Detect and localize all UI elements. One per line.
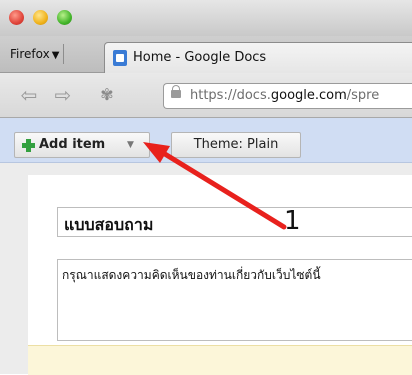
- back-arrow-icon[interactable]: ⇦: [16, 83, 42, 107]
- form-editor-toolbar: Add item ▼ Theme: Plain: [0, 118, 412, 163]
- add-item-button[interactable]: Add item ▼: [14, 132, 150, 158]
- theme-button[interactable]: Theme: Plain: [171, 132, 301, 158]
- google-docs-icon: [113, 50, 127, 66]
- form-description-field[interactable]: กรุณาแสดงความคิดเห็นของท่านเกี่ยวกับเว็บ…: [57, 259, 412, 341]
- navigation-bar: ⇦ ⇨ ✾ https://docs.google.com/spre: [0, 73, 412, 118]
- form-title-field[interactable]: แบบสอบถาม: [57, 207, 412, 237]
- dropdown-caret-icon: ▼: [127, 140, 134, 150]
- url-text: https://docs.google.com/spre: [190, 88, 380, 103]
- extension-icon[interactable]: ✾: [94, 83, 120, 107]
- minimize-window-button[interactable]: [33, 10, 48, 25]
- close-window-button[interactable]: [9, 10, 24, 25]
- firefox-menu-arrow-icon: ▼: [51, 50, 60, 61]
- window-titlebar: [0, 0, 412, 36]
- firefox-menu-button[interactable]: Firefox ▼: [6, 44, 65, 64]
- form-footer-strip: [28, 345, 412, 375]
- firefox-menu-label: Firefox: [10, 47, 50, 61]
- annotation-number: 1: [284, 206, 301, 236]
- lock-icon: [171, 85, 181, 98]
- forward-arrow-icon[interactable]: ⇨: [50, 83, 76, 107]
- zoom-window-button[interactable]: [57, 10, 72, 25]
- plus-icon: [22, 139, 35, 152]
- add-item-label: Add item: [39, 137, 106, 152]
- tab-title: Home - Google Docs: [133, 50, 267, 65]
- tab-google-docs[interactable]: Home - Google Docs: [104, 42, 412, 73]
- url-bar[interactable]: https://docs.google.com/spre: [163, 83, 412, 109]
- tab-bar: Firefox ▼ Home - Google Docs: [0, 36, 412, 73]
